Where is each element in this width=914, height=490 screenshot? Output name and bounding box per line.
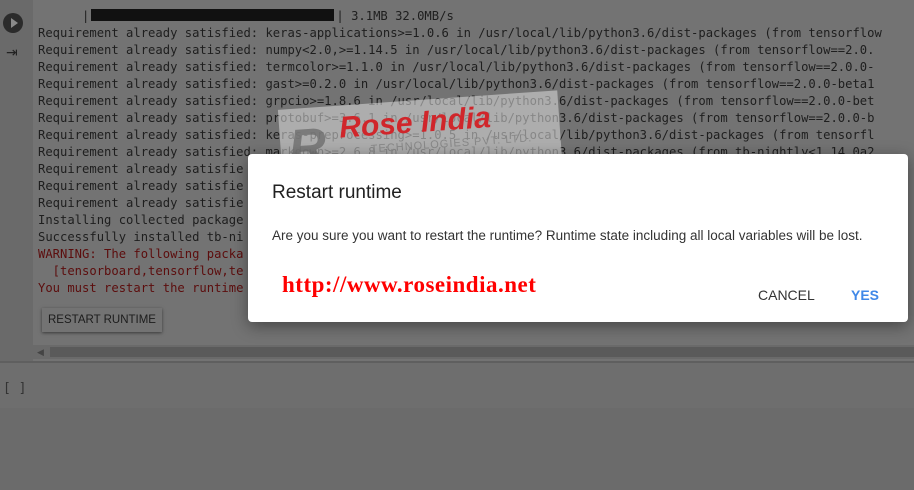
restart-runtime-button[interactable]: RESTART RUNTIME (42, 308, 162, 332)
cell-gutter: ⇥ (0, 0, 33, 362)
scroll-left-icon[interactable]: ◀ (37, 345, 44, 359)
output-line: Requirement already satisfied: gast>=0.2… (38, 77, 875, 91)
dialog-title: Restart runtime (272, 182, 402, 203)
run-cell-icon[interactable] (3, 13, 23, 33)
output-line: Requirement already satisfied: keras-app… (38, 26, 882, 40)
cancel-button[interactable]: CANCEL (754, 286, 819, 304)
output-line: Requirement already satisfied: numpy<2.0… (38, 43, 875, 57)
notebook-background (0, 408, 914, 490)
scrollbar-thumb[interactable] (50, 347, 914, 357)
clear-output-icon[interactable]: ⇥ (6, 44, 22, 60)
progress-text: 3.1MB 32.0MB/s (351, 9, 454, 23)
output-line: Requirement already satisfied: termcolor… (38, 60, 875, 74)
progress-line: | | 3.1MB 32.0MB/s (38, 9, 454, 23)
horizontal-scrollbar[interactable]: ◀ (33, 345, 914, 359)
download-progress-bar (91, 9, 335, 21)
watermark-url: http://www.roseindia.net (282, 272, 537, 297)
empty-code-cell[interactable] (0, 363, 914, 408)
cell-execution-bracket: [ ] (3, 381, 27, 396)
restart-runtime-dialog: Restart runtime Are you sure you want to… (248, 154, 908, 322)
dialog-message: Are you sure you want to restart the run… (272, 228, 863, 243)
yes-button[interactable]: YES (847, 286, 883, 304)
